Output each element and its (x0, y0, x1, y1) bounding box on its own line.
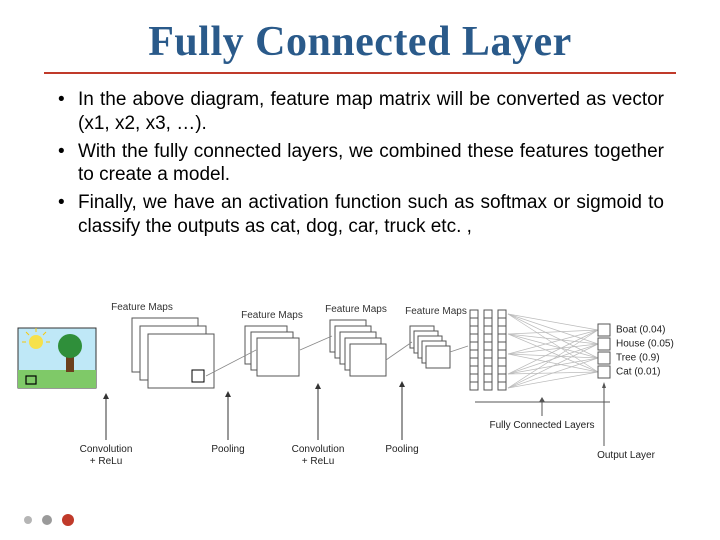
label-output-layer: Output Layer (597, 450, 655, 461)
dot-icon (42, 515, 52, 525)
bullet-item: Finally, we have an activation function … (56, 191, 664, 239)
slide-footer-dots (24, 514, 74, 526)
label-fully-connected: Fully Connected Layers (489, 420, 594, 431)
input-image (18, 328, 96, 388)
feature-maps-2 (245, 326, 299, 376)
bullet-item: In the above diagram, feature map matrix… (56, 88, 664, 136)
output-value-3: Cat (0.01) (616, 367, 660, 378)
output-value-1: House (0.05) (616, 339, 674, 350)
slide-title: Fully Connected Layer (44, 0, 676, 74)
output-value-0: Boat (0.04) (616, 325, 665, 336)
label-feature-maps-1: Feature Maps (111, 302, 173, 313)
cnn-diagram: Feature Maps Feature Maps Feature Maps F… (10, 290, 710, 500)
label-conv-relu-1a: Convolution (80, 444, 133, 455)
bullet-list: In the above diagram, feature map matrix… (0, 88, 720, 239)
dot-icon (24, 516, 32, 524)
dot-icon (62, 514, 74, 526)
bullet-item: With the fully connected layers, we comb… (56, 140, 664, 188)
label-feature-maps-4: Feature Maps (405, 306, 467, 317)
label-pooling-1: Pooling (211, 444, 244, 455)
label-conv-relu-2b: + ReLu (302, 456, 335, 467)
label-conv-relu-1b: + ReLu (90, 456, 123, 467)
label-feature-maps-2: Feature Maps (241, 310, 303, 321)
feature-maps-1 (132, 318, 214, 388)
output-value-2: Tree (0.9) (616, 353, 660, 364)
label-conv-relu-2a: Convolution (292, 444, 345, 455)
feature-maps-4 (410, 326, 450, 368)
label-feature-maps-3: Feature Maps (325, 304, 387, 315)
feature-maps-3 (330, 320, 386, 376)
output-layer (598, 324, 610, 378)
label-pooling-2: Pooling (385, 444, 418, 455)
fc-lines (508, 314, 598, 388)
flatten-vectors (470, 310, 506, 390)
